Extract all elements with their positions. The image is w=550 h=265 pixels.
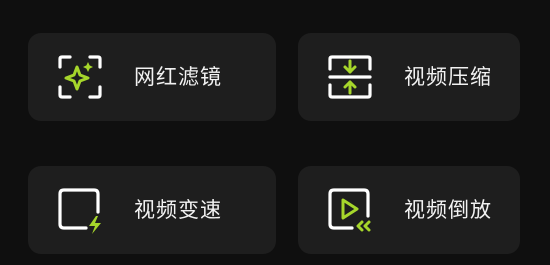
speed-tool-card[interactable]: 视频变速 (28, 166, 276, 254)
reverse-tool-label: 视频倒放 (404, 198, 492, 222)
play-rewind-icon (328, 188, 371, 232)
tool-grid: 网红滤镜 视频压缩 视频变速 视频倒放 (0, 0, 550, 265)
compress-tool-card[interactable]: 视频压缩 (298, 33, 520, 121)
filter-tool-card[interactable]: 网红滤镜 (28, 33, 276, 121)
sparkle-scan-icon (58, 55, 102, 99)
filter-tool-label: 网红滤镜 (134, 65, 222, 89)
lightning-speed-icon (58, 188, 101, 234)
speed-tool-label: 视频变速 (134, 198, 222, 222)
compress-tool-label: 视频压缩 (404, 65, 492, 89)
compress-arrows-icon (328, 55, 372, 99)
reverse-tool-card[interactable]: 视频倒放 (298, 166, 520, 254)
